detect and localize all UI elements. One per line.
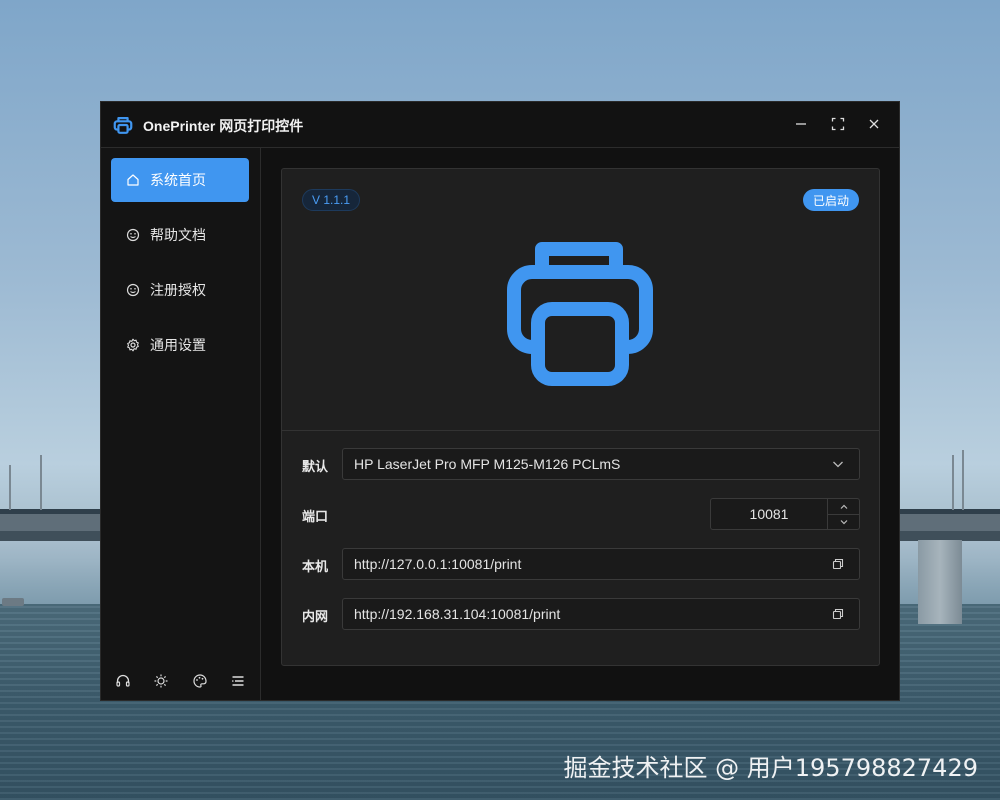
local-url-value: http://127.0.0.1:10081/print: [354, 556, 522, 572]
background-lamp: [952, 455, 954, 510]
sidebar-item-settings[interactable]: 通用设置: [111, 323, 249, 367]
smile-icon: [126, 228, 140, 242]
sidebar-item-home[interactable]: 系统首页: [111, 158, 249, 202]
sidebar-item-label: 通用设置: [150, 337, 206, 353]
port-decrement-button[interactable]: [827, 514, 860, 529]
local-url-row: 本机 http://127.0.0.1:10081/print: [302, 548, 860, 580]
status-badge: 已启动: [802, 189, 859, 211]
printer-select-value: HP LaserJet Pro MFP M125-M126 PCLmS: [354, 456, 621, 472]
headset-icon[interactable]: [113, 671, 133, 691]
port-increment-button[interactable]: [827, 499, 860, 515]
sidebar-item-help-docs[interactable]: 帮助文档: [111, 213, 249, 257]
title-bar[interactable]: OnePrinter 网页打印控件: [101, 102, 899, 148]
default-printer-label: 默认: [302, 459, 329, 474]
version-badge: V 1.1.1: [302, 189, 361, 211]
smile-icon: [126, 283, 140, 297]
app-window: OnePrinter 网页打印控件 系统首页 帮助文档 注册授权 通用设置 V …: [100, 101, 900, 701]
background-lamp: [962, 450, 964, 510]
minimize-icon: [796, 123, 806, 125]
port-number-input[interactable]: 10081: [710, 498, 860, 530]
port-row: 端口 10081: [302, 498, 860, 530]
background-boat: [2, 598, 24, 606]
card-header-area: V 1.1.1 已启动: [282, 169, 879, 431]
lan-url-value: http://192.168.31.104:10081/print: [354, 606, 561, 622]
sidebar-item-label: 系统首页: [150, 172, 206, 188]
copy-icon[interactable]: [831, 607, 845, 621]
default-printer-row: 默认 HP LaserJet Pro MFP M125-M126 PCLmS: [302, 448, 860, 480]
close-button[interactable]: [862, 112, 886, 136]
chevron-down-icon: [840, 519, 848, 524]
port-value[interactable]: 10081: [711, 499, 827, 529]
background-bridge-right: [900, 509, 1000, 541]
main-content: V 1.1.1 已启动 默认 HP LaserJet Pro MFP M125-…: [261, 148, 899, 700]
sidebar-footer: [101, 666, 260, 700]
sidebar-item-license[interactable]: 注册授权: [111, 268, 249, 312]
watermark-text: 掘金技术社区 @ 用户195798827429: [563, 754, 979, 782]
close-icon: [869, 119, 879, 129]
chevron-up-icon: [840, 504, 848, 509]
sidebar-item-label: 注册授权: [150, 282, 206, 298]
background-bridge-left: [0, 509, 102, 541]
port-label: 端口: [302, 509, 329, 524]
window-title: OnePrinter 网页打印控件: [143, 118, 304, 134]
lan-url-field[interactable]: http://192.168.31.104:10081/print: [342, 598, 860, 630]
background-lamp: [9, 465, 11, 510]
home-icon: [126, 173, 140, 187]
chevron-down-icon: [831, 457, 845, 471]
background-lamp: [40, 455, 42, 510]
printer-icon: [507, 242, 653, 386]
maximize-button[interactable]: [826, 112, 850, 136]
printer-select[interactable]: HP LaserJet Pro MFP M125-M126 PCLmS: [342, 448, 860, 480]
sidebar-item-label: 帮助文档: [150, 227, 206, 243]
lan-url-row: 内网 http://192.168.31.104:10081/print: [302, 598, 860, 630]
local-url-field[interactable]: http://127.0.0.1:10081/print: [342, 548, 860, 580]
palette-icon[interactable]: [190, 671, 210, 691]
background-bridge-pillar: [918, 540, 962, 624]
gear-icon: [126, 338, 140, 352]
lan-url-label: 内网: [302, 609, 329, 624]
printer-icon: [113, 117, 133, 134]
local-url-label: 本机: [302, 559, 329, 574]
fullscreen-icon: [831, 117, 845, 131]
status-card: V 1.1.1 已启动 默认 HP LaserJet Pro MFP M125-…: [281, 168, 880, 666]
copy-icon[interactable]: [831, 557, 845, 571]
list-icon[interactable]: [228, 671, 248, 691]
sun-icon[interactable]: [151, 671, 171, 691]
sidebar: 系统首页 帮助文档 注册授权 通用设置: [101, 148, 261, 700]
minimize-button[interactable]: [789, 112, 813, 136]
